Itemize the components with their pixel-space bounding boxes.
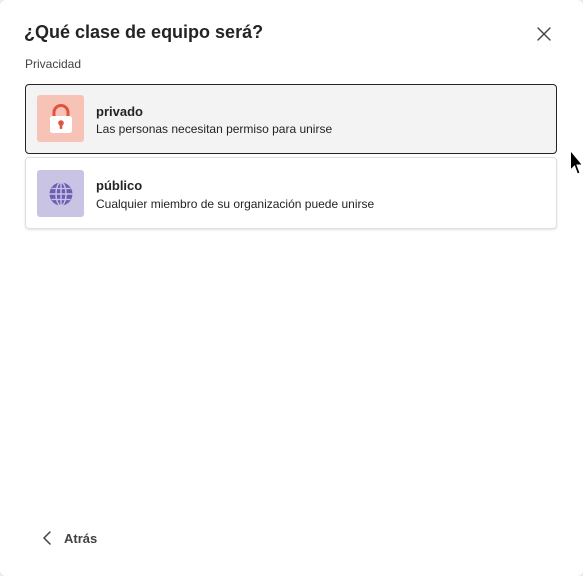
- close-button[interactable]: [532, 22, 556, 46]
- back-button[interactable]: Atrás: [42, 527, 97, 549]
- option-description: Las personas necesitan permiso para unir…: [96, 122, 333, 136]
- chevron-left-icon: [43, 531, 51, 545]
- create-team-dialog: ¿Qué clase de equipo será? Privacidad pr…: [0, 0, 583, 576]
- close-icon: [537, 27, 551, 41]
- dialog-title: ¿Qué clase de equipo será?: [24, 22, 264, 42]
- option-public[interactable]: público Cualquier miembro de su organiza…: [25, 157, 557, 229]
- option-private[interactable]: privado Las personas necesitan permiso p…: [25, 84, 557, 154]
- option-description: Cualquier miembro de su organización pue…: [96, 197, 375, 211]
- globe-icon: [37, 170, 84, 217]
- back-label: Atrás: [64, 530, 98, 546]
- option-title: privado: [96, 104, 143, 119]
- lock-icon: [37, 95, 84, 142]
- mouse-cursor-icon: [570, 150, 583, 175]
- option-title: público: [96, 178, 143, 193]
- privacy-label: Privacidad: [25, 57, 82, 71]
